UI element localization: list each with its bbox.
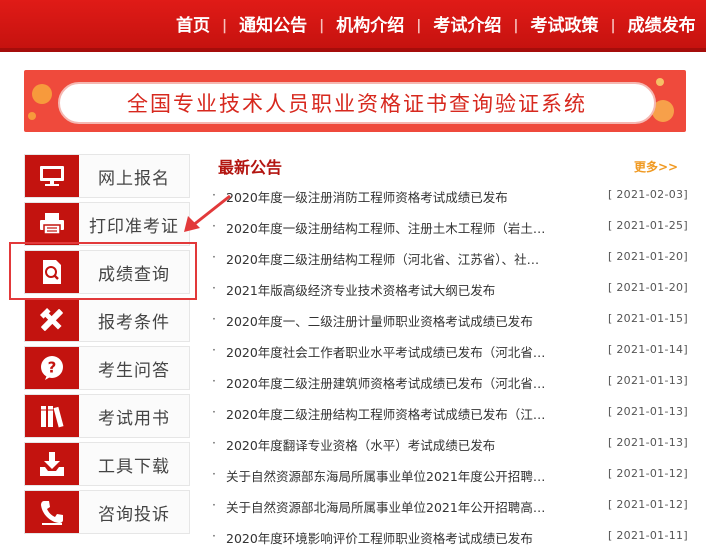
sidebar-item-exam-books[interactable]: 考试用书 — [24, 394, 190, 438]
sidebar-item-tool-download[interactable]: 工具下载 — [24, 442, 190, 486]
svg-text:?: ? — [48, 359, 57, 377]
notice-date: [ 2021-01-11] — [608, 529, 688, 542]
nav-item-organization[interactable]: 机构介绍 — [324, 16, 416, 36]
system-banner[interactable]: 全国专业技术人员职业资格证书查询验证系统 — [24, 70, 686, 132]
decor-circle — [656, 78, 664, 86]
notice-item[interactable]: · 2020年度翻译专业资格（水平）考试成绩已发布 [ 2021-01-13] — [210, 434, 690, 456]
bullet: · — [212, 404, 216, 419]
nav-menu: 首页 | 通知公告 | 机构介绍 | 考试介绍 | 考试政策 | 成绩发布 — [164, 0, 706, 52]
notice-item[interactable]: · 2020年度二级注册结构工程师（河北省、江苏省）、社… [ 2021-01-… — [210, 248, 690, 270]
notice-date: [ 2021-01-20] — [608, 250, 688, 263]
sidebar-item-candidate-faq[interactable]: ? 考生问答 — [24, 346, 190, 390]
notice-title[interactable]: 2020年度社会工作者职业水平考试成绩已发布（河北省… — [226, 342, 576, 361]
bullet: · — [212, 373, 216, 388]
more-link[interactable]: 更多>> — [634, 158, 678, 175]
notice-title[interactable]: 2020年度一、二级注册计量师职业资格考试成绩已发布 — [226, 311, 576, 330]
notice-item[interactable]: · 2020年度二级注册建筑师资格考试成绩已发布（河北省… [ 2021-01-… — [210, 372, 690, 394]
notice-item[interactable]: · 2020年度二级注册结构工程师资格考试成绩已发布（江… [ 2021-01-… — [210, 403, 690, 425]
notice-date: [ 2021-01-13] — [608, 436, 688, 449]
bullet: · — [212, 435, 216, 450]
search-document-icon — [25, 251, 79, 293]
bullet: · — [212, 280, 216, 295]
sidebar-item-consult-complaint[interactable]: 咨询投诉 — [24, 490, 190, 534]
bullet: · — [212, 497, 216, 512]
notice-item[interactable]: · 2020年度一级注册消防工程师资格考试成绩已发布 [ 2021-02-03] — [210, 186, 690, 208]
bullet: · — [212, 249, 216, 264]
notice-item[interactable]: · 2020年度社会工作者职业水平考试成绩已发布（河北省… [ 2021-01-… — [210, 341, 690, 363]
nav-item-results[interactable]: 成绩发布 — [616, 16, 706, 36]
sidebar-item-score-query[interactable]: 成绩查询 — [24, 250, 190, 294]
nav-item-exam-intro[interactable]: 考试介绍 — [421, 16, 513, 36]
notice-title[interactable]: 2020年度翻译专业资格（水平）考试成绩已发布 — [226, 435, 576, 454]
printer-icon — [25, 203, 79, 245]
notice-date: [ 2021-01-20] — [608, 281, 688, 294]
notice-item[interactable]: · 关于自然资源部北海局所属事业单位2021年公开招聘高… [ 2021-01-… — [210, 496, 690, 518]
notice-date: [ 2021-02-03] — [608, 188, 688, 201]
notice-date: [ 2021-01-14] — [608, 343, 688, 356]
nav-item-notices[interactable]: 通知公告 — [227, 16, 319, 36]
download-tray-icon — [25, 443, 79, 485]
bullet: · — [212, 218, 216, 233]
books-icon — [25, 395, 79, 437]
notice-title[interactable]: 2020年度一级注册结构工程师、注册土木工程师（岩土… — [226, 218, 576, 237]
notice-date: [ 2021-01-25] — [608, 219, 688, 232]
bullet: · — [212, 342, 216, 357]
nav-item-exam-policy[interactable]: 考试政策 — [519, 16, 611, 36]
notice-item[interactable]: · 关于自然资源部东海局所属事业单位2021年度公开招聘… [ 2021-01-… — [210, 465, 690, 487]
decor-circle — [32, 84, 52, 104]
notice-title[interactable]: 关于自然资源部东海局所属事业单位2021年度公开招聘… — [226, 466, 576, 485]
sidebar-item-print-admission-ticket[interactable]: 打印准考证 — [24, 202, 190, 246]
question-bubble-icon: ? — [25, 347, 79, 389]
notice-date: [ 2021-01-12] — [608, 498, 688, 511]
banner-title-pill: 全国专业技术人员职业资格证书查询验证系统 — [58, 82, 656, 124]
notice-date: [ 2021-01-13] — [608, 374, 688, 387]
notice-title[interactable]: 2021年版高级经济专业技术资格考试大纲已发布 — [226, 280, 576, 299]
sidebar-item-application-requirements[interactable]: 报考条件 — [24, 298, 190, 342]
notice-title[interactable]: 2020年度二级注册结构工程师（河北省、江苏省）、社… — [226, 249, 576, 268]
notice-title[interactable]: 2020年度二级注册结构工程师资格考试成绩已发布（江… — [226, 404, 576, 423]
sidebar-item-label: 咨询投诉 — [98, 504, 170, 525]
phone-icon — [25, 491, 79, 533]
top-navigation-bar: 首页 | 通知公告 | 机构介绍 | 考试介绍 | 考试政策 | 成绩发布 — [0, 0, 706, 52]
notice-item[interactable]: · 2020年度环境影响评价工程师职业资格考试成绩已发布 [ 2021-01-1… — [210, 527, 690, 548]
bullet: · — [212, 528, 216, 543]
notice-title[interactable]: 2020年度环境影响评价工程师职业资格考试成绩已发布 — [226, 528, 576, 547]
notice-item[interactable]: · 2020年度一、二级注册计量师职业资格考试成绩已发布 [ 2021-01-1… — [210, 310, 690, 332]
nav-item-home[interactable]: 首页 — [164, 16, 222, 36]
notice-date: [ 2021-01-13] — [608, 405, 688, 418]
bullet: · — [212, 311, 216, 326]
monitor-icon — [25, 155, 79, 197]
sidebar-item-online-registration[interactable]: 网上报名 — [24, 154, 190, 198]
sidebar-item-label: 网上报名 — [98, 168, 170, 189]
notice-item[interactable]: · 2021年版高级经济专业技术资格考试大纲已发布 [ 2021-01-20] — [210, 279, 690, 301]
bullet: · — [212, 466, 216, 481]
notice-title[interactable]: 关于自然资源部北海局所属事业单位2021年公开招聘高… — [226, 497, 576, 516]
decor-circle — [28, 112, 36, 120]
notice-title[interactable]: 2020年度一级注册消防工程师资格考试成绩已发布 — [226, 187, 576, 206]
bullet: · — [212, 187, 216, 202]
sidebar-item-label: 打印准考证 — [89, 216, 179, 237]
notice-item[interactable]: · 2020年度一级注册结构工程师、注册土木工程师（岩土… [ 2021-01-… — [210, 217, 690, 239]
tools-icon — [25, 299, 79, 341]
notice-date: [ 2021-01-12] — [608, 467, 688, 480]
sidebar-item-label: 报考条件 — [98, 312, 170, 333]
sidebar-item-label: 工具下载 — [98, 456, 170, 477]
banner-title: 全国专业技术人员职业资格证书查询验证系统 — [127, 92, 587, 116]
notice-date: [ 2021-01-15] — [608, 312, 688, 325]
sidebar-item-label: 考试用书 — [98, 408, 170, 429]
sidebar-item-label: 成绩查询 — [98, 264, 170, 285]
notices-heading: 最新公告 — [218, 158, 283, 177]
sidebar-item-label: 考生问答 — [98, 360, 170, 381]
notice-title[interactable]: 2020年度二级注册建筑师资格考试成绩已发布（河北省… — [226, 373, 576, 392]
